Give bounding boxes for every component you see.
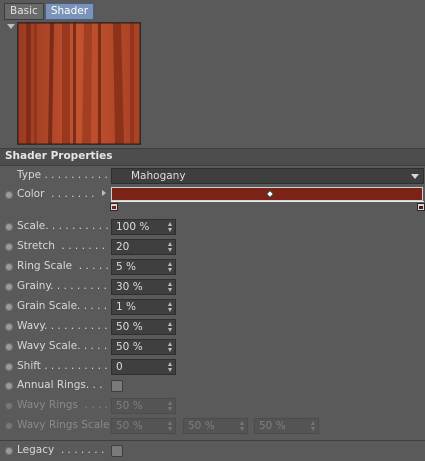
divider <box>0 440 425 441</box>
animate-dot-icon <box>5 422 13 430</box>
tab-basic[interactable]: Basic <box>4 3 44 20</box>
stretch-input[interactable]: 20 <box>111 239 176 255</box>
gradient-midpoint-handle[interactable] <box>265 189 275 199</box>
tab-bar: Basic Shader <box>4 3 95 20</box>
gradient-knot-left[interactable] <box>110 203 118 211</box>
stretch-value: 20 <box>116 241 130 253</box>
gradient-baseline <box>111 201 424 202</box>
collapse-arrow-icon[interactable] <box>7 24 15 29</box>
type-value: Mahogany <box>131 170 186 182</box>
row-wavy-rings: Wavy Rings . . . . 50 % <box>0 398 425 416</box>
row-shift: Shift . . . . . . . . . . 0 <box>0 359 425 377</box>
grainy-input[interactable]: 30 % <box>111 279 176 295</box>
animate-dot-icon <box>5 402 13 410</box>
grainy-label: Grainy. . . . . . . . . <box>17 280 107 292</box>
spinner-arrows-icon <box>168 421 173 431</box>
row-scale: Scale. . . . . . . . . . 100 % <box>0 219 425 237</box>
animate-dot-icon[interactable] <box>5 447 13 455</box>
spinner-arrows-icon[interactable] <box>168 342 173 352</box>
row-type: Type . . . . . . . . . . Mahogany <box>0 168 425 186</box>
row-annual-rings: Annual Rings. . . <box>0 378 425 396</box>
animate-dot-icon[interactable] <box>5 323 13 331</box>
spinner-arrows-icon[interactable] <box>168 242 173 252</box>
spinner-arrows-icon[interactable] <box>168 282 173 292</box>
wavy-scale-value: 50 % <box>116 341 143 353</box>
shader-properties-header: Shader Properties <box>0 148 425 166</box>
wavy-rings-scale-z-value: 50 % <box>259 420 286 432</box>
shift-label: Shift . . . . . . . . . . <box>17 360 108 372</box>
wavy-rings-scale-label: Wavy Rings Scale <box>17 419 110 431</box>
grain-scale-label: Grain Scale. . . . . <box>17 300 108 312</box>
stretch-label: Stretch . . . . . . . <box>17 240 105 252</box>
color-gradient-bar[interactable] <box>111 187 423 201</box>
animate-dot-icon[interactable] <box>5 191 13 199</box>
annual-rings-label: Annual Rings. . . <box>17 379 103 391</box>
row-wavy: Wavy. . . . . . . . . . 50 % <box>0 319 425 337</box>
grain-scale-value: 1 % <box>116 301 136 313</box>
scale-value: 100 % <box>116 221 150 233</box>
grainy-value: 30 % <box>116 281 143 293</box>
wavy-rings-input: 50 % <box>111 398 176 414</box>
expand-arrow-icon[interactable] <box>102 190 106 196</box>
gradient-knot-right[interactable] <box>417 203 425 211</box>
scale-input[interactable]: 100 % <box>111 219 176 235</box>
type-label: Type . . . . . . . . . . <box>17 169 108 181</box>
legacy-label: Legacy . . . . . . . <box>17 444 105 456</box>
animate-dot-icon[interactable] <box>5 363 13 371</box>
shader-preview <box>17 22 141 145</box>
ring-scale-label: Ring Scale . . . . . <box>17 260 109 272</box>
scale-label: Scale. . . . . . . . . . <box>17 220 109 232</box>
spinner-arrows-icon <box>311 421 316 431</box>
ring-scale-input[interactable]: 5 % <box>111 259 176 275</box>
wavy-rings-scale-x-value: 50 % <box>116 420 143 432</box>
animate-dot-icon[interactable] <box>5 243 13 251</box>
wavy-rings-scale-z-input: 50 % <box>254 418 319 434</box>
spinner-arrows-icon[interactable] <box>168 302 173 312</box>
shift-value: 0 <box>116 361 123 373</box>
animate-dot-icon[interactable] <box>5 223 13 231</box>
wavy-scale-input[interactable]: 50 % <box>111 339 176 355</box>
row-wavy-scale: Wavy Scale. . . . . 50 % <box>0 339 425 357</box>
spinner-arrows-icon[interactable] <box>168 362 173 372</box>
spinner-arrows-icon <box>168 401 173 411</box>
wavy-label: Wavy. . . . . . . . . . <box>17 320 108 332</box>
row-color: Color . . . . . . . <box>0 187 425 213</box>
animate-dot-icon[interactable] <box>5 382 13 390</box>
legacy-checkbox[interactable] <box>111 445 123 457</box>
section-title: Shader Properties <box>5 150 113 162</box>
grain-scale-input[interactable]: 1 % <box>111 299 176 315</box>
annual-rings-checkbox[interactable] <box>111 380 123 392</box>
wavy-rings-label: Wavy Rings . . . . <box>17 399 108 411</box>
row-wavy-rings-scale: Wavy Rings Scale 50 % 50 % 50 % <box>0 418 425 436</box>
row-grain-scale: Grain Scale. . . . . 1 % <box>0 299 425 317</box>
wavy-rings-value: 50 % <box>116 400 143 412</box>
tab-shader[interactable]: Shader <box>44 3 95 20</box>
spinner-arrows-icon[interactable] <box>168 322 173 332</box>
color-label: Color . . . . . . . <box>17 188 95 200</box>
type-dropdown[interactable]: Mahogany <box>111 168 424 184</box>
row-grainy: Grainy. . . . . . . . . 30 % <box>0 279 425 297</box>
wavy-input[interactable]: 50 % <box>111 319 176 335</box>
wavy-scale-label: Wavy Scale. . . . . <box>17 340 108 352</box>
row-stretch: Stretch . . . . . . . 20 <box>0 239 425 257</box>
wood-preview-image <box>18 23 140 144</box>
shift-input[interactable]: 0 <box>111 359 176 375</box>
wavy-value: 50 % <box>116 321 143 333</box>
spinner-arrows-icon <box>240 421 245 431</box>
animate-dot-icon[interactable] <box>5 263 13 271</box>
spinner-arrows-icon[interactable] <box>168 262 173 272</box>
animate-dot-icon[interactable] <box>5 343 13 351</box>
wavy-rings-scale-x-input: 50 % <box>111 418 176 434</box>
animate-dot-icon[interactable] <box>5 283 13 291</box>
wavy-rings-scale-y-input: 50 % <box>183 418 248 434</box>
animate-dot-icon[interactable] <box>5 303 13 311</box>
spinner-arrows-icon[interactable] <box>168 222 173 232</box>
wavy-rings-scale-y-value: 50 % <box>188 420 215 432</box>
row-ring-scale: Ring Scale . . . . . 5 % <box>0 259 425 277</box>
chevron-down-icon <box>411 174 419 179</box>
ring-scale-value: 5 % <box>116 261 136 273</box>
row-legacy: Legacy . . . . . . . <box>0 443 425 461</box>
